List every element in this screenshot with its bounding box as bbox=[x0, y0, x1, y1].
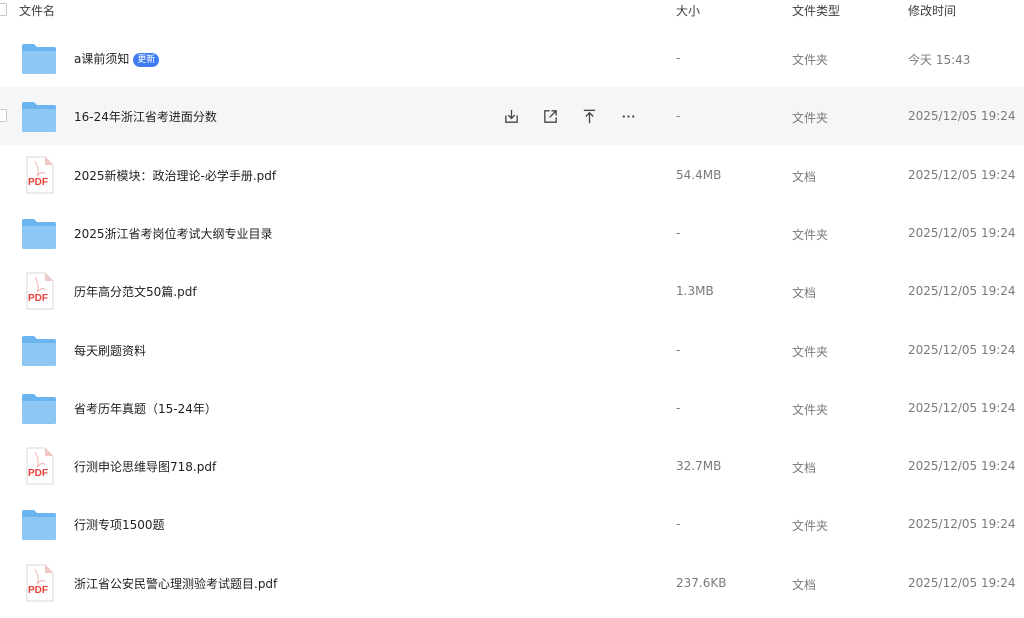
file-name[interactable]: 2025新模块：政治理论-必学手册.pdf bbox=[74, 167, 276, 184]
table-row[interactable]: PDF 浙江省公安民警心理测验考试题目.pdf 237.6KB 文档 2025/12/0… bbox=[0, 554, 1024, 612]
file-name[interactable]: 16-24年浙江省考进面分数 bbox=[74, 108, 217, 125]
pdf-icon: PDF bbox=[21, 564, 57, 602]
file-name-text: a课前须知 bbox=[74, 52, 130, 66]
file-size: 54.4MB bbox=[676, 167, 722, 182]
more-icon[interactable] bbox=[617, 105, 639, 127]
file-name[interactable]: 行测申论思维导图718.pdf bbox=[74, 458, 216, 475]
file-type: 文档 bbox=[792, 169, 817, 184]
table-row[interactable]: 行测专项1500题 - 文件夹 2025/12/05 19:24 bbox=[0, 495, 1024, 553]
file-mtime: 2025/12/05 19:24 bbox=[908, 167, 1016, 182]
file-name[interactable]: 历年高分范文50篇.pdf bbox=[74, 283, 197, 300]
select-all-checkbox[interactable] bbox=[0, 3, 7, 16]
table-row[interactable]: 2025浙江省考岗位考试大纲专业目录 - 文件夹 2025/12/05 19:24 bbox=[0, 204, 1024, 262]
file-size: - bbox=[676, 225, 681, 240]
file-type: 文档 bbox=[792, 286, 817, 301]
file-mtime: 2025/12/05 19:24 bbox=[908, 400, 1016, 415]
file-type: 文档 bbox=[792, 461, 817, 476]
file-mtime: 2025/12/05 19:24 bbox=[908, 225, 1016, 240]
file-name[interactable]: 浙江省公安民警心理测验考试题目.pdf bbox=[74, 575, 277, 592]
file-type: 文件夹 bbox=[792, 402, 829, 417]
column-header-name[interactable]: 文件名 bbox=[19, 2, 55, 19]
table-row[interactable]: a课前须知 更新 - 文件夹 今天 15:43 bbox=[0, 29, 1024, 87]
pdf-label: PDF bbox=[28, 177, 48, 188]
file-size: 32.7MB bbox=[676, 459, 722, 474]
file-list: 文件名 大小 文件类型 修改时间 a课前须知 更新 - 文件夹 今天 15:43 16-2… bbox=[0, 0, 1024, 618]
share-icon[interactable] bbox=[539, 105, 561, 127]
pdf-label: PDF bbox=[28, 293, 48, 304]
row-checkbox[interactable] bbox=[0, 109, 7, 123]
table-row[interactable]: PDF 历年高分范文50篇.pdf 1.3MB 文档 2025/12/05 19:24 bbox=[0, 262, 1024, 320]
folder-icon bbox=[21, 331, 57, 369]
folder-icon bbox=[21, 505, 57, 543]
file-mtime: 2025/12/05 19:24 bbox=[908, 109, 1016, 124]
file-type: 文件夹 bbox=[792, 53, 829, 67]
column-header-type[interactable]: 文件类型 bbox=[792, 2, 840, 19]
folder-icon bbox=[21, 214, 57, 252]
pdf-label: PDF bbox=[28, 468, 48, 479]
file-name[interactable]: 行测专项1500题 bbox=[74, 516, 165, 533]
table-row[interactable]: 省考历年真题（15-24年） - 文件夹 2025/12/05 19:24 bbox=[0, 379, 1024, 437]
file-size: 237.6KB bbox=[676, 575, 727, 590]
table-row[interactable]: 每天刷题资料 - 文件夹 2025/12/05 19:24 bbox=[0, 321, 1024, 379]
table-row[interactable]: PDF 行测申论思维导图718.pdf 32.7MB 文档 2025/12/05 19:… bbox=[0, 437, 1024, 495]
file-type: 文件夹 bbox=[792, 111, 829, 126]
file-mtime: 2025/12/05 19:24 bbox=[908, 517, 1016, 532]
update-badge: 更新 bbox=[133, 53, 160, 67]
file-name[interactable]: a课前须知 更新 bbox=[74, 50, 160, 67]
table-row[interactable]: 16-24年浙江省考进面分数 - 文件夹 2025/12/05 19:24 bbox=[0, 87, 1024, 146]
file-size: - bbox=[676, 51, 681, 65]
file-mtime: 2025/12/05 19:24 bbox=[908, 342, 1016, 357]
file-type: 文件夹 bbox=[792, 519, 829, 534]
file-type: 文件夹 bbox=[792, 344, 829, 359]
column-header-mtime[interactable]: 修改时间 bbox=[908, 2, 956, 19]
file-size: 1.3MB bbox=[676, 284, 714, 299]
file-size: - bbox=[676, 342, 681, 357]
pdf-icon: PDF bbox=[21, 156, 57, 194]
file-mtime: 今天 15:43 bbox=[908, 53, 971, 67]
folder-icon bbox=[21, 97, 57, 135]
file-size: - bbox=[676, 400, 681, 415]
file-name[interactable]: 2025浙江省考岗位考试大纲专业目录 bbox=[74, 225, 273, 242]
file-type: 文档 bbox=[792, 577, 817, 592]
file-size: - bbox=[676, 517, 681, 532]
folder-icon bbox=[21, 39, 57, 77]
file-mtime: 2025/12/05 19:24 bbox=[908, 284, 1016, 299]
pdf-icon: PDF bbox=[21, 272, 57, 310]
file-mtime: 2025/12/05 19:24 bbox=[908, 459, 1016, 474]
download-icon[interactable] bbox=[500, 105, 522, 127]
file-type: 文件夹 bbox=[792, 227, 829, 242]
file-list-header: 文件名 大小 文件类型 修改时间 bbox=[0, 0, 1024, 22]
file-name[interactable]: 每天刷题资料 bbox=[74, 342, 146, 359]
folder-icon bbox=[21, 389, 57, 427]
file-mtime: 2025/12/05 19:24 bbox=[908, 575, 1016, 590]
table-row[interactable]: PDF 2025新模块：政治理论-必学手册.pdf 54.4MB 文档 2025/12/… bbox=[0, 146, 1024, 204]
file-size: - bbox=[676, 109, 681, 124]
pdf-icon: PDF bbox=[21, 447, 57, 485]
file-name[interactable]: 省考历年真题（15-24年） bbox=[74, 400, 217, 417]
column-header-size[interactable]: 大小 bbox=[676, 2, 700, 19]
pdf-label: PDF bbox=[28, 585, 48, 596]
pin-top-icon[interactable] bbox=[578, 105, 600, 127]
